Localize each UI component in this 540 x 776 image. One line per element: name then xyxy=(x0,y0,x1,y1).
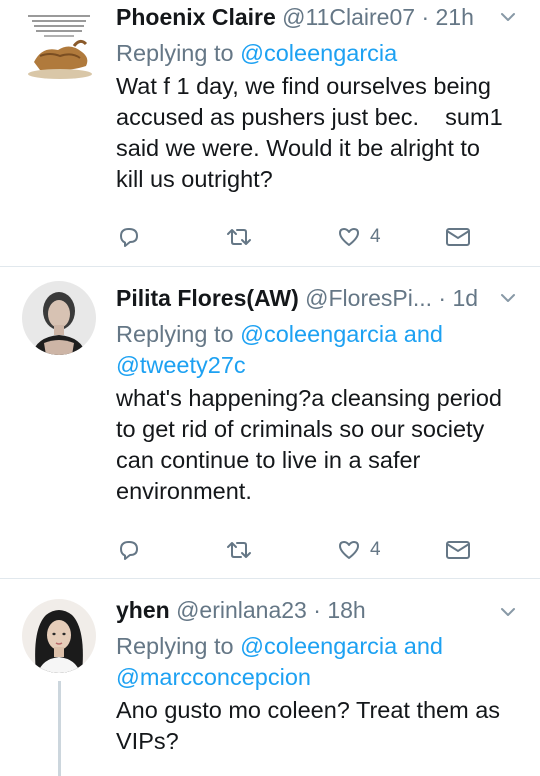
dm-icon xyxy=(446,228,470,246)
chevron-down-icon[interactable] xyxy=(496,0,520,34)
reply-button[interactable] xyxy=(116,222,142,252)
retweet-icon xyxy=(227,542,251,558)
display-name[interactable]: Phoenix Claire xyxy=(116,4,276,30)
timestamp[interactable]: 21h xyxy=(436,4,474,30)
tweet-actions: 4 xyxy=(116,535,476,565)
avatar[interactable] xyxy=(22,599,96,673)
separator-dot: · xyxy=(313,597,321,623)
display-name[interactable]: yhen xyxy=(116,597,170,623)
like-icon xyxy=(339,541,359,559)
dm-button[interactable] xyxy=(444,535,472,565)
reply-icon xyxy=(120,541,138,560)
mention-link[interactable]: @coleengarcia xyxy=(240,633,397,659)
retweet-icon xyxy=(227,229,251,245)
tweet-text: Wat f 1 day, we find ourselves being acc… xyxy=(116,73,503,192)
avatar[interactable] xyxy=(20,12,100,84)
user-handle[interactable]: @erinlana23 xyxy=(176,597,307,623)
mention-link[interactable]: @coleengarcia xyxy=(240,321,397,347)
user-handle[interactable]: @FloresPi... xyxy=(305,285,432,311)
timestamp[interactable]: 1d xyxy=(452,285,478,311)
dm-icon xyxy=(446,541,470,559)
tweet-text: what's happening?a cleansing period to g… xyxy=(116,385,502,504)
tweet-2[interactable]: Pilita Flores(AW) @FloresPi... · 1d Repl… xyxy=(0,267,540,577)
avatar[interactable] xyxy=(22,281,96,355)
replying-to: Replying to @coleengarcia and @marcconce… xyxy=(116,633,443,690)
mention-link[interactable]: @marcconcepcion xyxy=(116,664,311,690)
like-button[interactable]: 4 xyxy=(336,222,381,252)
like-icon xyxy=(339,228,359,246)
like-button[interactable]: 4 xyxy=(336,535,381,565)
tweet-actions: 4 xyxy=(116,222,476,252)
tweet-header: yhen @erinlana23 · 18h xyxy=(116,593,526,627)
chevron-down-icon[interactable] xyxy=(496,281,520,315)
separator-dot: · xyxy=(438,285,447,311)
separator-dot: · xyxy=(421,4,430,30)
like-count: 4 xyxy=(370,539,381,560)
tweet-header: Pilita Flores(AW) @FloresPi... · 1d xyxy=(116,281,526,315)
display-name[interactable]: Pilita Flores(AW) xyxy=(116,285,299,311)
timestamp[interactable]: 18h xyxy=(327,597,365,623)
reply-icon xyxy=(120,228,138,247)
thread-line xyxy=(58,681,61,776)
replying-to: Replying to @coleengarcia xyxy=(116,40,398,66)
user-handle[interactable]: @11Claire07 xyxy=(282,4,415,30)
retweet-button[interactable] xyxy=(224,535,254,565)
replying-to: Replying to @coleengarcia and @tweety27c xyxy=(116,321,443,378)
tweet-3[interactable]: yhen @erinlana23 · 18h Replying to @cole… xyxy=(0,579,540,776)
mention-link[interactable]: @coleengarcia xyxy=(240,40,397,66)
reply-button[interactable] xyxy=(116,535,142,565)
tweet-text: Ano gusto mo coleen? Treat them as VIPs? xyxy=(116,697,501,754)
mention-link[interactable]: @tweety27c xyxy=(116,352,246,378)
tweet-header: Phoenix Claire @11Claire07 · 21h xyxy=(116,0,526,34)
chevron-down-icon[interactable] xyxy=(496,593,520,627)
tweet-1[interactable]: Phoenix Claire @11Claire07 · 21h Replyin… xyxy=(0,0,540,266)
like-count: 4 xyxy=(370,226,381,247)
retweet-button[interactable] xyxy=(224,222,254,252)
dm-button[interactable] xyxy=(444,222,472,252)
